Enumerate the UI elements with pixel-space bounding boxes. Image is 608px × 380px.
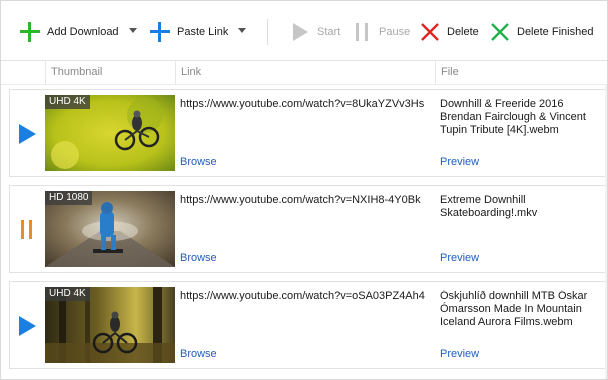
quality-badge: UHD 4K — [45, 95, 90, 109]
app-window: Add Download Paste Link Start Pause Dele… — [0, 0, 608, 380]
paste-link-dropdown-icon[interactable] — [238, 28, 246, 33]
paste-link-label: Paste Link — [177, 26, 229, 38]
pause-label: Pause — [379, 26, 411, 38]
video-link: https://www.youtube.com/watch?v=8UkaYZVv… — [180, 98, 425, 110]
play-icon[interactable] — [19, 124, 36, 144]
column-thumbnail[interactable]: Thumbnail — [45, 61, 175, 85]
delete-finished-label: Delete Finished — [517, 26, 594, 38]
row-status[interactable] — [10, 186, 44, 272]
video-link: https://www.youtube.com/watch?v=oSA03PZ4… — [180, 290, 425, 302]
delete-button[interactable]: Delete — [419, 20, 479, 44]
download-row[interactable]: HD 1080 https://www.youtube.com/watch?v=… — [9, 185, 607, 273]
video-link: https://www.youtube.com/watch?v=NXIH8-4Y… — [180, 194, 421, 206]
row-status[interactable] — [10, 282, 44, 368]
preview-link[interactable]: Preview — [440, 156, 479, 168]
start-button[interactable]: Start — [289, 20, 340, 44]
pause-icon — [351, 21, 373, 43]
pause-button[interactable]: Pause — [351, 20, 410, 44]
play-icon — [289, 21, 311, 43]
preview-link[interactable]: Preview — [440, 348, 479, 360]
quality-badge: UHD 4K — [45, 287, 90, 301]
play-icon[interactable] — [19, 316, 36, 336]
plus-icon — [149, 21, 171, 43]
download-row[interactable]: UHD 4K https://www.youtube.com/watch?v=o… — [9, 281, 607, 369]
quality-badge: HD 1080 — [45, 191, 93, 205]
row-status[interactable] — [10, 90, 44, 176]
start-label: Start — [317, 26, 341, 38]
browse-link[interactable]: Browse — [180, 348, 217, 360]
column-file[interactable]: File — [435, 61, 607, 85]
toolbar-separator — [267, 19, 268, 45]
download-row[interactable]: UHD 4K https://www.youtube.com/watch?v=8… — [9, 89, 607, 177]
video-thumbnail: UHD 4K — [45, 95, 175, 171]
delete-x-icon — [489, 21, 511, 43]
delete-x-icon — [419, 21, 441, 43]
file-name: Extreme Downhill Skateboarding!.mkv — [440, 194, 538, 219]
column-link[interactable]: Link — [175, 61, 435, 85]
toolbar: Add Download Paste Link Start Pause Dele… — [1, 1, 607, 61]
delete-label: Delete — [447, 26, 479, 38]
video-thumbnail: UHD 4K — [45, 287, 175, 363]
add-download-label: Add Download — [47, 26, 119, 38]
browse-link[interactable]: Browse — [180, 252, 217, 264]
delete-finished-button[interactable]: Delete Finished — [489, 20, 593, 44]
file-name: Óskjuhlíð downhill MTB Óskar Ómarsson Ma… — [440, 290, 588, 328]
video-thumbnail: HD 1080 — [45, 191, 175, 267]
scrollbar-track[interactable] — [605, 85, 607, 379]
file-name: Downhill & Freeride 2016 Brendan Fairclo… — [440, 98, 586, 136]
browse-link[interactable]: Browse — [180, 156, 217, 168]
preview-link[interactable]: Preview — [440, 252, 479, 264]
column-header: Thumbnail Link File — [1, 61, 607, 85]
add-download-dropdown-icon[interactable] — [129, 28, 137, 33]
plus-icon — [19, 21, 41, 43]
paste-link-button[interactable]: Paste Link — [149, 20, 228, 44]
add-download-button[interactable]: Add Download — [19, 20, 119, 44]
